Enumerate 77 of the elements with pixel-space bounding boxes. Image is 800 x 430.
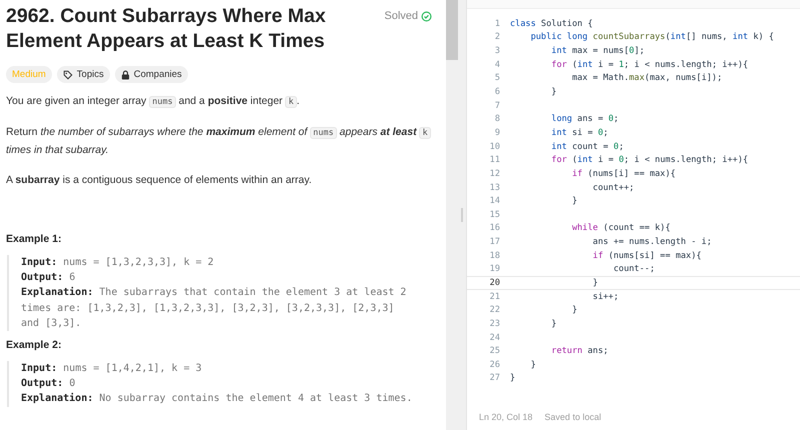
line-number: 26 <box>488 360 500 370</box>
line-number: 27 <box>488 373 500 384</box>
line-number: 14 <box>488 196 500 206</box>
splitter-handle[interactable] <box>461 208 463 222</box>
check-circle-icon <box>421 10 432 22</box>
code-line: while (count == k){ <box>571 223 670 234</box>
line-number: 20 <box>488 278 500 288</box>
line-number: 1 <box>494 18 500 29</box>
code-line: ans += nums.length - i; <box>592 237 712 248</box>
code-line: public long countSubarrays(int[] nums, int k) { <box>530 32 774 42</box>
description-paragraph: You are given an integer array nums and a positive integer k . <box>6 94 301 110</box>
description-paragraph: Return the number of subarrays where the maximum element of nums appears at least k times in that subarray. <box>6 124 432 159</box>
code-line: } <box>571 305 578 316</box>
line-number: 18 <box>488 250 500 261</box>
code-line: count--; <box>612 264 655 274</box>
line-number: 11 <box>488 155 500 166</box>
line-number: 15 <box>488 210 500 220</box>
inline-code: nums <box>149 96 176 108</box>
line-number: 23 <box>488 318 500 329</box>
line-number: 17 <box>488 237 500 248</box>
tag-icon <box>62 70 73 80</box>
example-line: Explanation: The subarrays that contain the element 3 at least 2 times are: [1,3,2,3], [1,3,2,3,3], [3,2,3], [3,2,3,3], [2,3,3] and [3,3]. <box>21 286 408 331</box>
difficulty-badge: Medium <box>6 66 52 83</box>
solved-status: Solved <box>384 10 432 22</box>
line-number: 19 <box>488 264 500 274</box>
code-line: } <box>592 278 598 288</box>
line-number: 24 <box>488 332 500 343</box>
cursor-position: Ln 20, Col 18 <box>479 412 533 422</box>
lock-icon <box>120 70 130 80</box>
code-line: for (int i = 1; i < nums.length; i++){ <box>550 60 748 70</box>
code-line: int si = 0; <box>550 128 608 138</box>
example-line: Input: nums = [1,4,2,1], k = 3 <box>21 362 203 376</box>
code-line: if (nums[i] == max){ <box>571 168 676 179</box>
code-line: max = Math.max(max, nums[i]); <box>571 73 722 84</box>
example-heading: Example 1: <box>6 233 62 245</box>
code-line: return ans; <box>550 346 608 356</box>
line-number: 6 <box>494 87 500 98</box>
line-number: 16 <box>488 223 500 234</box>
problem-title: 2962. Count Subarrays Where Max Element Appears at Least K Times <box>6 4 327 54</box>
line-number: 8 <box>494 114 500 124</box>
code-line: } <box>510 373 516 384</box>
description-paragraph: A subarray is a contiguous sequence of elements within an array. <box>6 173 313 188</box>
code-line: int max = nums[0]; <box>550 46 645 56</box>
line-number: 22 <box>488 305 500 316</box>
line-number: 4 <box>494 60 500 70</box>
code-line: count++; <box>592 182 634 192</box>
example-line: Output: 0 <box>21 377 76 392</box>
topics-tag[interactable]: Topics <box>56 66 110 83</box>
code-line: } <box>571 196 578 206</box>
line-number: 21 <box>488 292 500 302</box>
companies-tag[interactable]: Companies <box>114 66 188 83</box>
inline-code: k <box>419 127 431 139</box>
line-number: 10 <box>488 142 500 152</box>
code-line: for (int i = 0; i < nums.length; i++){ <box>550 155 748 166</box>
line-number: 12 <box>488 168 500 179</box>
line-number: 3 <box>494 46 500 56</box>
line-number: 7 <box>494 100 500 111</box>
code-line: int count = 0; <box>550 142 624 152</box>
inline-code: k <box>285 96 297 108</box>
code-line: } <box>550 87 557 98</box>
code-line: long ans = 0; <box>550 114 619 124</box>
example-line: Output: 6 <box>21 271 76 286</box>
code-line: if (nums[si] == max){ <box>592 250 702 261</box>
line-number: 9 <box>494 128 500 138</box>
code-line: } <box>550 318 557 329</box>
inline-code: nums <box>310 127 337 139</box>
code-line: si++; <box>592 292 619 302</box>
line-number: 13 <box>488 182 500 192</box>
line-number: 5 <box>494 73 500 84</box>
line-number: 25 <box>488 346 500 356</box>
code-line: } <box>530 360 536 370</box>
line-number: 2 <box>494 32 500 42</box>
example-heading: Example 2: <box>6 339 62 352</box>
code-line: class Solution { <box>510 18 593 29</box>
example-line: Input: nums = [1,3,2,3,3], k = 2 <box>21 256 215 270</box>
save-status: Saved to local <box>544 412 602 422</box>
example-line: Explanation: No subarray contains the element 4 at least 3 times. <box>21 392 414 406</box>
